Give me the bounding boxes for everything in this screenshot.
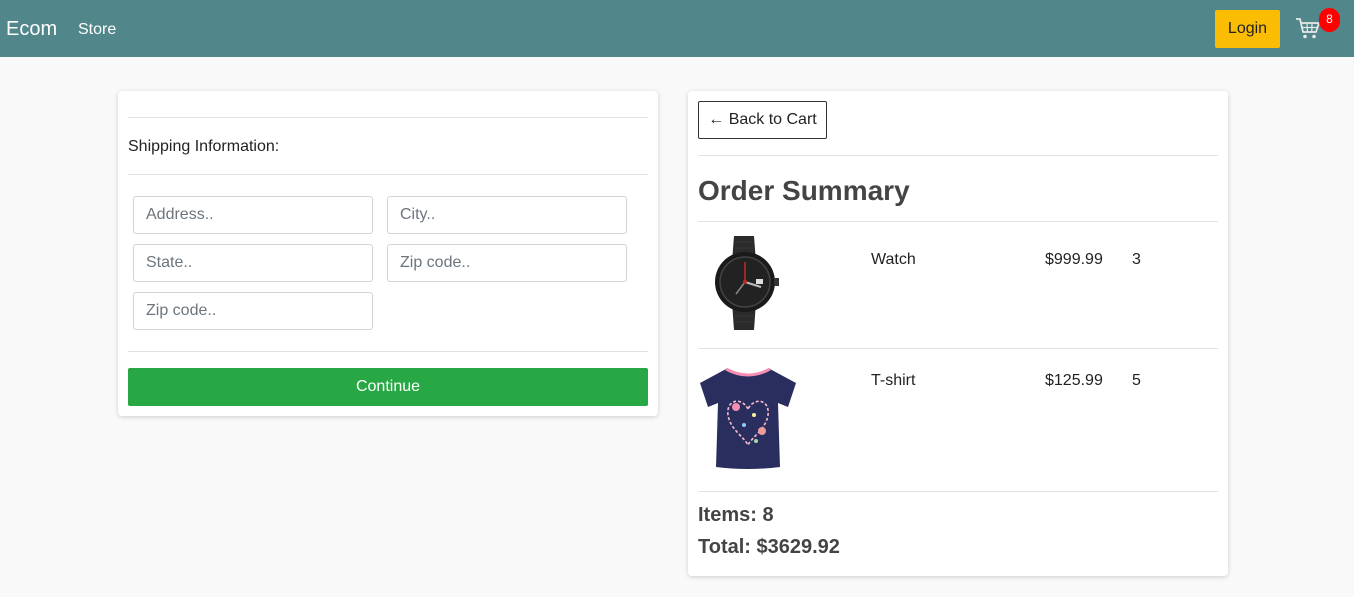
shipping-form-card: Shipping Information: Continue xyxy=(118,91,658,416)
divider xyxy=(128,117,648,118)
cart-count-badge: 8 xyxy=(1319,8,1340,32)
back-to-cart-button[interactable]: ← Back to Cart xyxy=(698,101,827,139)
country-input[interactable] xyxy=(133,292,373,330)
item-quantity: 3 xyxy=(1132,251,1141,268)
nav-link-store[interactable]: Store xyxy=(78,20,116,40)
item-price: $125.99 xyxy=(1045,372,1103,389)
order-total: Total: $3629.92 xyxy=(698,536,840,558)
item-price: $999.99 xyxy=(1045,251,1103,268)
continue-button[interactable]: Continue xyxy=(128,368,648,406)
top-navbar: Ecom Store Login 8 xyxy=(0,0,1354,57)
city-input[interactable] xyxy=(387,196,627,234)
shipping-info-heading: Shipping Information: xyxy=(128,138,280,155)
divider xyxy=(128,174,648,175)
divider xyxy=(698,491,1218,492)
order-summary-title: Order Summary xyxy=(698,175,910,206)
shopping-cart-icon[interactable] xyxy=(1295,15,1321,41)
items-count: Items: 8 xyxy=(698,504,774,526)
item-name: T-shirt xyxy=(871,372,916,389)
divider xyxy=(128,351,648,352)
divider xyxy=(698,155,1218,156)
zipcode-input[interactable] xyxy=(387,244,627,282)
item-name: Watch xyxy=(871,251,916,268)
tshirt-image xyxy=(700,367,796,469)
list-item: T-shirt $125.99 5 xyxy=(688,349,1228,491)
address-input[interactable] xyxy=(133,196,373,234)
brand-logo[interactable]: Ecom xyxy=(6,16,57,42)
list-item: Watch $999.99 3 xyxy=(688,222,1228,348)
watch-image xyxy=(715,236,779,330)
state-input[interactable] xyxy=(133,244,373,282)
login-button[interactable]: Login xyxy=(1215,10,1280,48)
order-summary-card: ← Back to Cart Order Summary Watch $999.… xyxy=(688,91,1228,576)
item-quantity: 5 xyxy=(1132,372,1141,389)
